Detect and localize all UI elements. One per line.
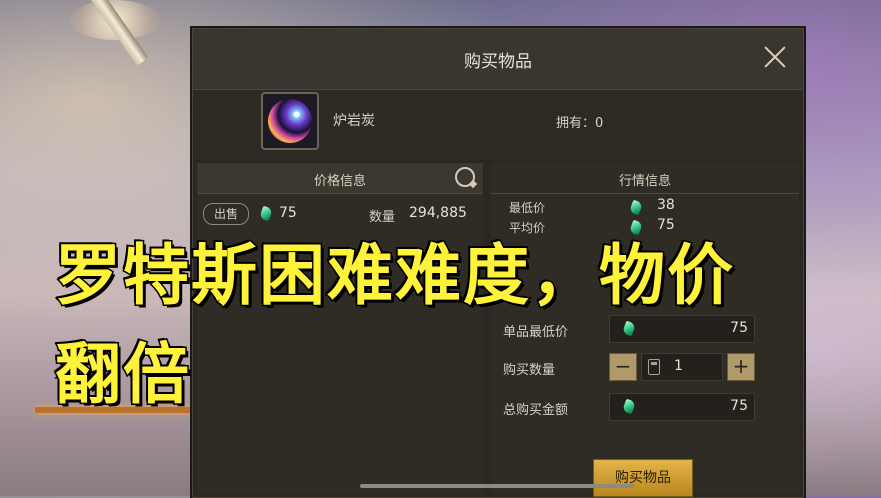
- quantity-stepper: − 1 +: [609, 353, 755, 381]
- total-amount-field: 75: [609, 393, 755, 421]
- quantity-input[interactable]: 1: [641, 353, 723, 381]
- item-icon[interactable]: [261, 92, 319, 150]
- sell-price: 75: [279, 205, 297, 221]
- item-row: 炉岩炭 拥有：0: [193, 90, 803, 160]
- buy-quantity-label: 购买数量: [503, 363, 556, 378]
- item-name: 炉岩炭: [333, 113, 375, 129]
- lava-ember-icon: [268, 99, 312, 143]
- caption-line-2: 翻倍: [54, 335, 191, 415]
- refresh-icon[interactable]: [455, 167, 475, 187]
- caption-line-1: 罗特斯困难难度，物价: [54, 236, 735, 316]
- gem-currency-icon: [259, 205, 273, 222]
- market-info-header: 行情信息: [491, 163, 799, 194]
- min-price-label: 最低价: [509, 201, 546, 215]
- scrollbar-thumb[interactable]: [360, 484, 634, 488]
- unit-min-price-value: 75: [730, 320, 748, 336]
- owned-count: 拥有：0: [556, 116, 604, 131]
- unit-min-price-field: 75: [609, 315, 755, 343]
- price-info-header: 价格信息: [197, 163, 483, 194]
- market-info-panel: 行情信息 最低价 38 平均价 75 单品最低价 75 购买数量 − 1 + 总…: [491, 163, 799, 497]
- decrease-button[interactable]: −: [609, 353, 637, 381]
- dialog-title: 购买物品: [464, 52, 532, 72]
- market-info-title: 行情信息: [618, 174, 671, 189]
- quantity-input-value: 1: [674, 358, 683, 374]
- price-info-panel: 价格信息 出售 75 数量 294,885: [197, 163, 483, 493]
- increase-button[interactable]: +: [727, 353, 755, 381]
- min-price-value: 38: [657, 197, 675, 213]
- dialog-header: 购买物品: [193, 29, 803, 90]
- price-info-title: 价格信息: [313, 174, 366, 189]
- quantity-value: 294,885: [409, 205, 467, 221]
- gem-currency-icon: [629, 199, 643, 216]
- gem-currency-icon: [622, 398, 636, 415]
- gem-currency-icon: [622, 320, 636, 337]
- calculator-icon[interactable]: [648, 359, 660, 375]
- unit-min-price-label: 单品最低价: [503, 325, 569, 340]
- total-amount-value: 75: [730, 398, 748, 414]
- total-amount-label: 总购买金额: [503, 403, 569, 418]
- buy-item-button[interactable]: 购买物品: [593, 459, 693, 497]
- close-icon[interactable]: [763, 45, 787, 69]
